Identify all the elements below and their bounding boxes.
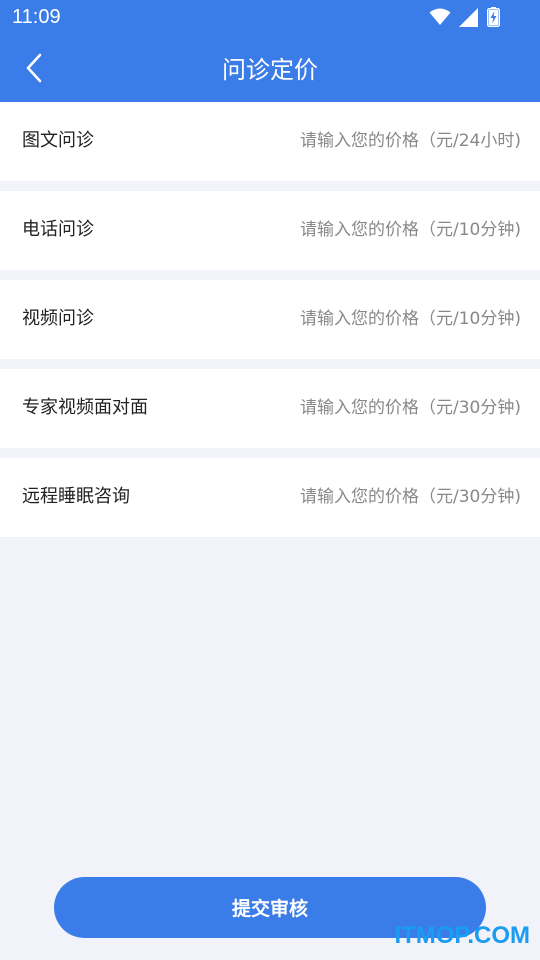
watermark: ITMOP.COM — [394, 922, 530, 949]
wifi-icon — [429, 8, 451, 26]
row-label: 电话问诊 — [22, 219, 94, 240]
price-row-video: 视频问诊 — [0, 280, 540, 359]
price-row-remote-sleep: 远程睡眠咨询 — [0, 458, 540, 537]
row-label: 远程睡眠咨询 — [22, 486, 130, 507]
status-bar: 11:09 — [0, 0, 540, 34]
price-input-remote-sleep[interactable] — [241, 482, 521, 512]
price-list: 图文问诊 电话问诊 视频问诊 专家视频面对面 远程睡眠咨询 — [0, 102, 540, 537]
price-input-image-text[interactable] — [241, 126, 521, 156]
row-label: 图文问诊 — [22, 130, 94, 151]
price-row-phone: 电话问诊 — [0, 191, 540, 270]
battery-charging-icon — [487, 7, 500, 27]
price-input-phone[interactable] — [241, 215, 521, 245]
signal-icon — [459, 7, 479, 27]
status-icons — [429, 6, 500, 28]
page-title: 问诊定价 — [222, 56, 318, 84]
price-input-video[interactable] — [241, 304, 521, 334]
price-row-expert-video: 专家视频面对面 — [0, 369, 540, 448]
price-input-expert-video[interactable] — [241, 393, 521, 423]
price-row-image-text: 图文问诊 — [0, 102, 540, 181]
row-label: 视频问诊 — [22, 308, 94, 329]
status-time: 11:09 — [12, 6, 61, 28]
row-label: 专家视频面对面 — [22, 397, 148, 418]
nav-bar: 问诊定价 — [0, 40, 540, 102]
app-header: 11:09 问诊定价 — [0, 0, 540, 102]
